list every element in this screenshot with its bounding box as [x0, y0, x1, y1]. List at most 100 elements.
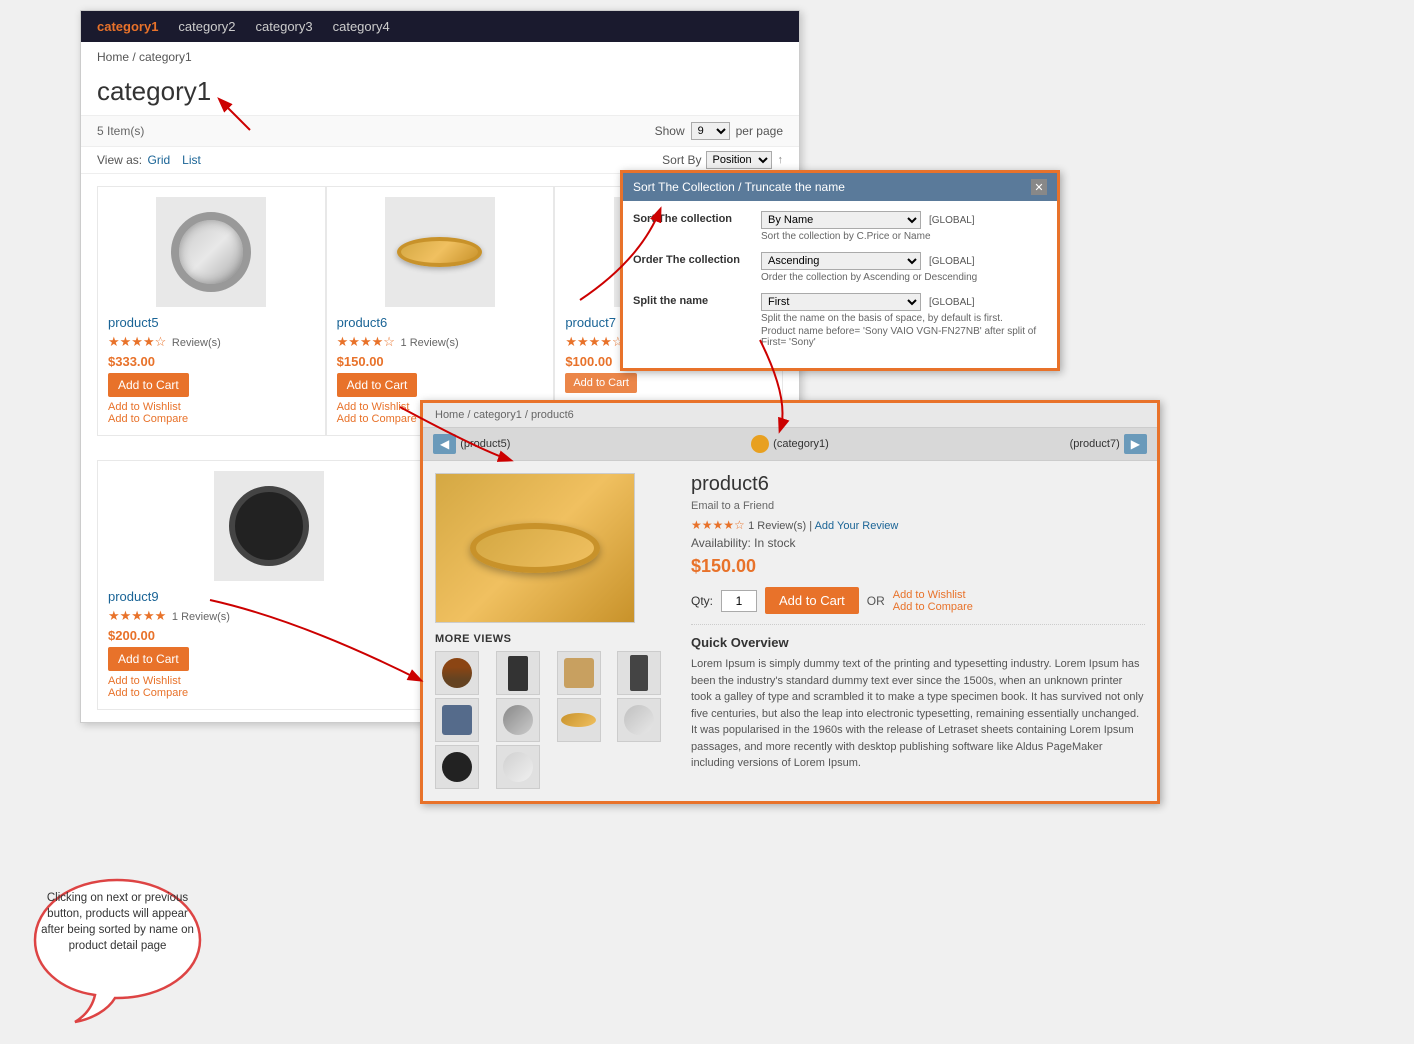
toolbar-right: Show 9 18 27 per page [655, 122, 783, 140]
order-collection-select[interactable]: Ascending Descending [761, 252, 921, 270]
thumbnail-grid [435, 651, 675, 789]
sort-collection-label: Sort The collection [633, 211, 753, 225]
detail-compare-link[interactable]: Add to Compare [893, 601, 973, 613]
order-collection-controls: Ascending Descending [GLOBAL] Order the … [761, 252, 1047, 283]
toolbar: 5 Item(s) Show 9 18 27 per page [81, 115, 799, 147]
product6-name[interactable]: product6 [337, 315, 544, 330]
product9-compare[interactable]: Add to Compare [108, 687, 429, 699]
detail-breadcrumb: Home / category1 / product6 [423, 403, 1157, 428]
split-name-controls: First Last [GLOBAL] Split the name on th… [761, 293, 1047, 348]
split-name-label: Split the name [633, 293, 753, 307]
product-detail-panel: Home / category1 / product6 ◀ (product5)… [420, 400, 1160, 804]
qty-label: Qty: [691, 594, 713, 608]
product5-compare[interactable]: Add to Compare [108, 413, 315, 425]
grid-view-link[interactable]: Grid [147, 153, 170, 167]
thumb-4[interactable] [617, 651, 661, 695]
product5-wishlist[interactable]: Add to Wishlist [108, 401, 315, 413]
prev-arrow-button[interactable]: ◀ [433, 434, 456, 454]
detail-add-to-cart-button[interactable]: Add to Cart [765, 587, 859, 614]
sort-by-label: Sort By [662, 153, 701, 167]
next-product-link[interactable]: (product7) ▶ [1070, 434, 1147, 454]
ring2-shape [397, 237, 482, 267]
thumb-9[interactable] [435, 745, 479, 789]
up-circle-icon[interactable] [751, 435, 769, 453]
nav-item-category1[interactable]: category1 [97, 19, 158, 34]
category-header: category1 [81, 72, 799, 115]
annotation-text: Clicking on next or previous button, pro… [20, 872, 215, 984]
email-friend-link[interactable]: Email to a Friend [691, 500, 1145, 512]
detail-info: product6 Email to a Friend ★★★★☆ 1 Revie… [675, 473, 1145, 789]
quick-overview-title: Quick Overview [691, 635, 1145, 650]
product9-image [214, 471, 324, 581]
add-review-link[interactable]: Add Your Review [815, 520, 899, 532]
detail-images: MORE VIEWS [435, 473, 675, 789]
sort-collection-hint: Sort the collection by C.Price or Name [761, 231, 1047, 242]
prev-product-link[interactable]: ◀ (product5) [433, 434, 510, 454]
product-cell-6: product6 ★★★★☆ 1 Review(s) $150.00 Add t… [326, 186, 555, 436]
thumb-10[interactable] [496, 745, 540, 789]
sort-panel-close-button[interactable]: ✕ [1031, 179, 1047, 195]
thumb-8[interactable] [617, 698, 661, 742]
thumb-7[interactable] [557, 698, 601, 742]
detail-nav: ◀ (product5) (category1) (product7) ▶ [423, 428, 1157, 461]
items-count: 5 Item(s) [97, 124, 144, 138]
thumb-1[interactable] [435, 651, 479, 695]
nav-item-category2[interactable]: category2 [178, 19, 235, 34]
list-view-link[interactable]: List [182, 153, 201, 167]
product9-wishlist[interactable]: Add to Wishlist [108, 675, 429, 687]
per-page-select[interactable]: 9 18 27 [691, 122, 730, 140]
sort-collection-controls: By Name By Price [GLOBAL] Sort the colle… [761, 211, 1047, 242]
sort-panel: Sort The Collection / Truncate the name … [620, 170, 1060, 371]
product6-reviews: 1 Review(s) [401, 337, 459, 349]
sort-collection-global: [GLOBAL] [929, 215, 975, 226]
product5-name[interactable]: product5 [108, 315, 315, 330]
nav-item-category4[interactable]: category4 [333, 19, 390, 34]
product5-image [156, 197, 266, 307]
product9-name[interactable]: product9 [108, 589, 429, 604]
split-name-global: [GLOBAL] [929, 297, 975, 308]
or-text: OR [867, 594, 885, 608]
sort-select[interactable]: Position Name Price [706, 151, 772, 169]
sort-panel-body: Sort The collection By Name By Price [GL… [623, 201, 1057, 368]
split-name-hint2: Product name before= 'Sony VAIO VGN-FN27… [761, 326, 1047, 348]
view-options: View as: Grid List [97, 153, 201, 167]
product5-stars: ★★★★☆ Review(s) [108, 334, 315, 350]
product6-image [385, 197, 495, 307]
divider [691, 624, 1145, 625]
thumb-6[interactable] [496, 698, 540, 742]
qty-row: Qty: Add to Cart OR Add to Wishlist Add … [691, 587, 1145, 614]
detail-breadcrumb-text: Home / category1 / product6 [435, 409, 574, 421]
thumb-3[interactable] [557, 651, 601, 695]
order-collection-row: Order The collection Ascending Descendin… [633, 252, 1047, 283]
nav-item-category3[interactable]: category3 [256, 19, 313, 34]
qty-input[interactable] [721, 590, 757, 612]
product7-add-to-cart[interactable]: Add to Cart [565, 373, 637, 393]
sort-direction-icon[interactable]: ↑ [778, 154, 784, 166]
product5-reviews: Review(s) [172, 337, 221, 349]
product-cell-5: product5 ★★★★☆ Review(s) $333.00 Add to … [97, 186, 326, 436]
category-title: category1 [97, 76, 783, 107]
detail-wishlist-link[interactable]: Add to Wishlist [893, 589, 973, 601]
main-ring-shape [470, 523, 600, 573]
product6-stars: ★★★★☆ 1 Review(s) [337, 334, 544, 350]
sort-collection-select[interactable]: By Name By Price [761, 211, 921, 229]
product9-add-to-cart[interactable]: Add to Cart [108, 647, 189, 671]
breadcrumb: Home / category1 [81, 42, 799, 72]
split-name-row: Split the name First Last [GLOBAL] Split… [633, 293, 1047, 348]
split-name-select[interactable]: First Last [761, 293, 921, 311]
thumb-2[interactable] [496, 651, 540, 695]
next-product-label: (product7) [1070, 438, 1120, 450]
sort-collection-row: Sort The collection By Name By Price [GL… [633, 211, 1047, 242]
nav-center: (category1) [751, 435, 829, 453]
detail-price: $150.00 [691, 556, 1145, 577]
product5-add-to-cart[interactable]: Add to Cart [108, 373, 189, 397]
bracelet-shape [229, 486, 309, 566]
next-arrow-button[interactable]: ▶ [1124, 434, 1147, 454]
product6-add-to-cart[interactable]: Add to Cart [337, 373, 418, 397]
thumb-5[interactable] [435, 698, 479, 742]
toolbar-left: 5 Item(s) [97, 124, 144, 138]
detail-product-name: product6 [691, 473, 1145, 496]
sort-panel-header: Sort The Collection / Truncate the name … [623, 173, 1057, 201]
detail-body: MORE VIEWS product6 Email to a Friend [423, 461, 1157, 801]
order-collection-label: Order The collection [633, 252, 753, 266]
